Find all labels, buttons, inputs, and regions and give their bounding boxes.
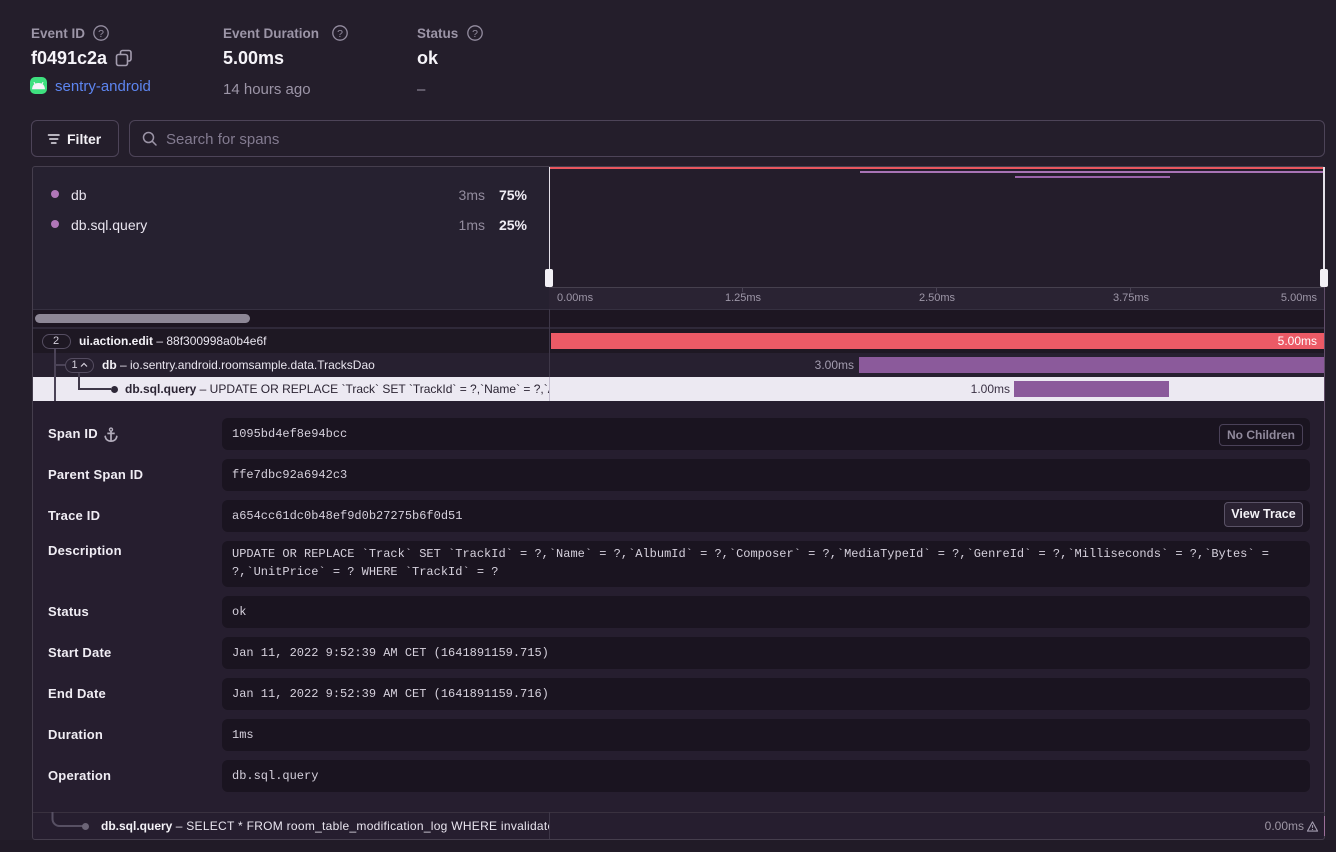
svg-text:?: ? (98, 28, 104, 40)
svg-text:?: ? (472, 28, 478, 40)
svg-text:?: ? (337, 28, 343, 40)
